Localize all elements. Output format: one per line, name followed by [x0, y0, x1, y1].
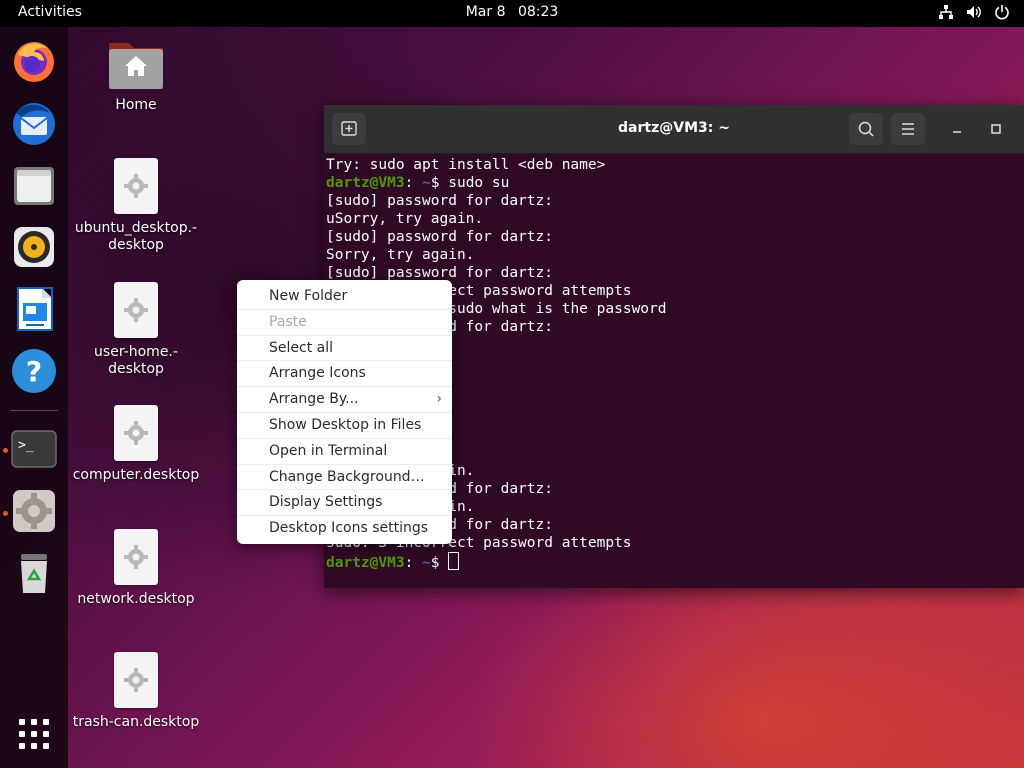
settings-icon[interactable]: [10, 487, 58, 535]
menu-item-select-all[interactable]: Select all: [237, 336, 452, 362]
terminal-text: [sudo] password for dartz:: [326, 229, 553, 245]
menu-item-display-settings[interactable]: Display Settings: [237, 490, 452, 517]
dock-separator: [10, 410, 58, 411]
menu-item-arrange-by[interactable]: Arrange By... ›: [237, 387, 452, 413]
system-tray[interactable]: [938, 4, 1010, 20]
prompt-command: $: [430, 555, 449, 571]
terminal-line: [sudo] password for dartz:: [326, 228, 1016, 246]
prompt-user: dartz@VM3: [326, 175, 405, 191]
terminal-headerbar[interactable]: dartz@VM3: ~: [324, 105, 1024, 154]
menu-item-show-desktop-in-files[interactable]: Show Desktop in Files: [237, 413, 452, 439]
svg-text:?: ?: [26, 355, 42, 388]
desktop-icon-label: network.desktop: [77, 591, 195, 607]
terminal-icon[interactable]: >_: [10, 425, 58, 473]
clock[interactable]: Mar 8 08:23: [0, 4, 1024, 20]
files-icon[interactable]: [10, 161, 58, 209]
menu-item-label: Arrange By...: [269, 391, 359, 408]
prompt-separator: :: [404, 175, 414, 191]
prompt-separator: :: [404, 555, 414, 571]
prompt-path: ~: [413, 175, 431, 191]
date-label: Mar 8: [465, 4, 506, 20]
top-bar: Activities Mar 8 08:23: [0, 0, 1024, 27]
menu-item-change-background[interactable]: Change Background…: [237, 465, 452, 491]
desktop-icon-label: ubuntu_desktop.- desktop: [74, 220, 198, 253]
home-folder-icon: [107, 37, 165, 91]
app-grid-icon[interactable]: [10, 710, 58, 758]
terminal-text: [sudo] password for dartz:: [326, 193, 553, 209]
desktop-icon-label: user-home.- desktop: [94, 344, 178, 377]
menu-item-new-folder[interactable]: New Folder: [237, 284, 452, 310]
terminal-line: Sorry, try again.: [326, 246, 1016, 264]
terminal-line: [sudo] password for dartz:: [326, 192, 1016, 210]
menu-item-label: Paste: [269, 313, 307, 330]
menu-item-label: New Folder: [269, 288, 348, 304]
minimize-button[interactable]: [947, 119, 967, 139]
terminal-running-indicator: [3, 448, 8, 453]
prompt-command: $ sudo what is the password: [430, 301, 667, 317]
svg-text:>_: >_: [18, 438, 34, 453]
power-icon[interactable]: [994, 4, 1010, 20]
search-button[interactable]: [849, 113, 883, 145]
desktop-context-menu: New Folder Paste Select all Arrange Icons Ar…: [237, 280, 452, 544]
settings-running-indicator: [3, 511, 8, 516]
terminal-line: dartz@VM3: ~$ sudo su: [326, 174, 1016, 192]
prompt-path: ~: [413, 555, 431, 571]
time-label: 08:23: [517, 4, 559, 20]
prompt-user: dartz@VM3: [326, 555, 405, 571]
menu-item-label: Desktop Icons settings: [269, 520, 429, 537]
desktop-file-icon: [114, 282, 158, 338]
menu-item-label: Change Background…: [269, 468, 425, 485]
volume-icon[interactable]: [966, 4, 982, 20]
writer-icon[interactable]: [10, 285, 58, 333]
desktop-icon-trash-can[interactable]: trash-can.desktop: [61, 652, 211, 731]
terminal-cursor: [448, 552, 460, 570]
thunderbird-icon[interactable]: [10, 99, 58, 147]
terminal-line: uSorry, try again.: [326, 210, 1016, 228]
menu-button[interactable]: [891, 113, 925, 145]
terminal-line: dartz@VM3: ~$: [326, 552, 1016, 571]
menu-item-label: Open in Terminal: [269, 442, 388, 459]
desktop-icon-ubuntu-desktop[interactable]: ubuntu_desktop.- desktop: [61, 158, 211, 254]
menu-item-label: Arrange Icons: [269, 365, 366, 382]
terminal-line: Try: sudo apt install <deb name>: [326, 156, 1016, 174]
terminal-text: uSorry, try again.: [326, 211, 484, 227]
desktop-file-icon: [114, 652, 158, 708]
dock: ? >_: [0, 27, 68, 768]
menu-item-label: Show Desktop in Files: [269, 416, 422, 433]
network-icon[interactable]: [938, 4, 954, 20]
menu-item-label: Display Settings: [269, 494, 383, 511]
help-icon[interactable]: ?: [10, 347, 58, 395]
menu-item-open-in-terminal[interactable]: Open in Terminal: [237, 439, 452, 465]
terminal-text: Try: sudo apt install <deb name>: [326, 157, 606, 173]
desktop-file-icon: [114, 158, 158, 214]
terminal-text: Sorry, try again.: [326, 247, 475, 263]
desktop-icon-computer[interactable]: computer.desktop: [61, 405, 211, 484]
menu-item-paste: Paste: [237, 310, 452, 336]
desktop-file-icon: [114, 405, 158, 461]
menu-item-desktop-icons-settings[interactable]: Desktop Icons settings: [237, 516, 452, 542]
desktop-icon-label: computer.desktop: [72, 467, 200, 483]
desktop-icon-home[interactable]: Home: [61, 37, 211, 114]
trash-icon[interactable]: [10, 549, 58, 597]
terminal-text: [sudo] password for dartz:: [326, 265, 553, 281]
firefox-icon[interactable]: [10, 37, 58, 85]
maximize-button[interactable]: [986, 119, 1006, 139]
desktop-icon-label: Home: [115, 97, 157, 113]
rhythmbox-icon[interactable]: [10, 223, 58, 271]
desktop-icon-label: trash-can.desktop: [72, 714, 200, 730]
desktop-icon-network[interactable]: network.desktop: [61, 529, 211, 608]
menu-item-arrange-icons[interactable]: Arrange Icons: [237, 361, 452, 388]
prompt-command: $ sudo su: [430, 175, 510, 191]
desktop-file-icon: [114, 529, 158, 585]
desktop-icon-user-home[interactable]: user-home.- desktop: [61, 282, 211, 378]
menu-item-label: Select all: [269, 339, 333, 356]
submenu-arrow-icon: ›: [436, 391, 442, 408]
